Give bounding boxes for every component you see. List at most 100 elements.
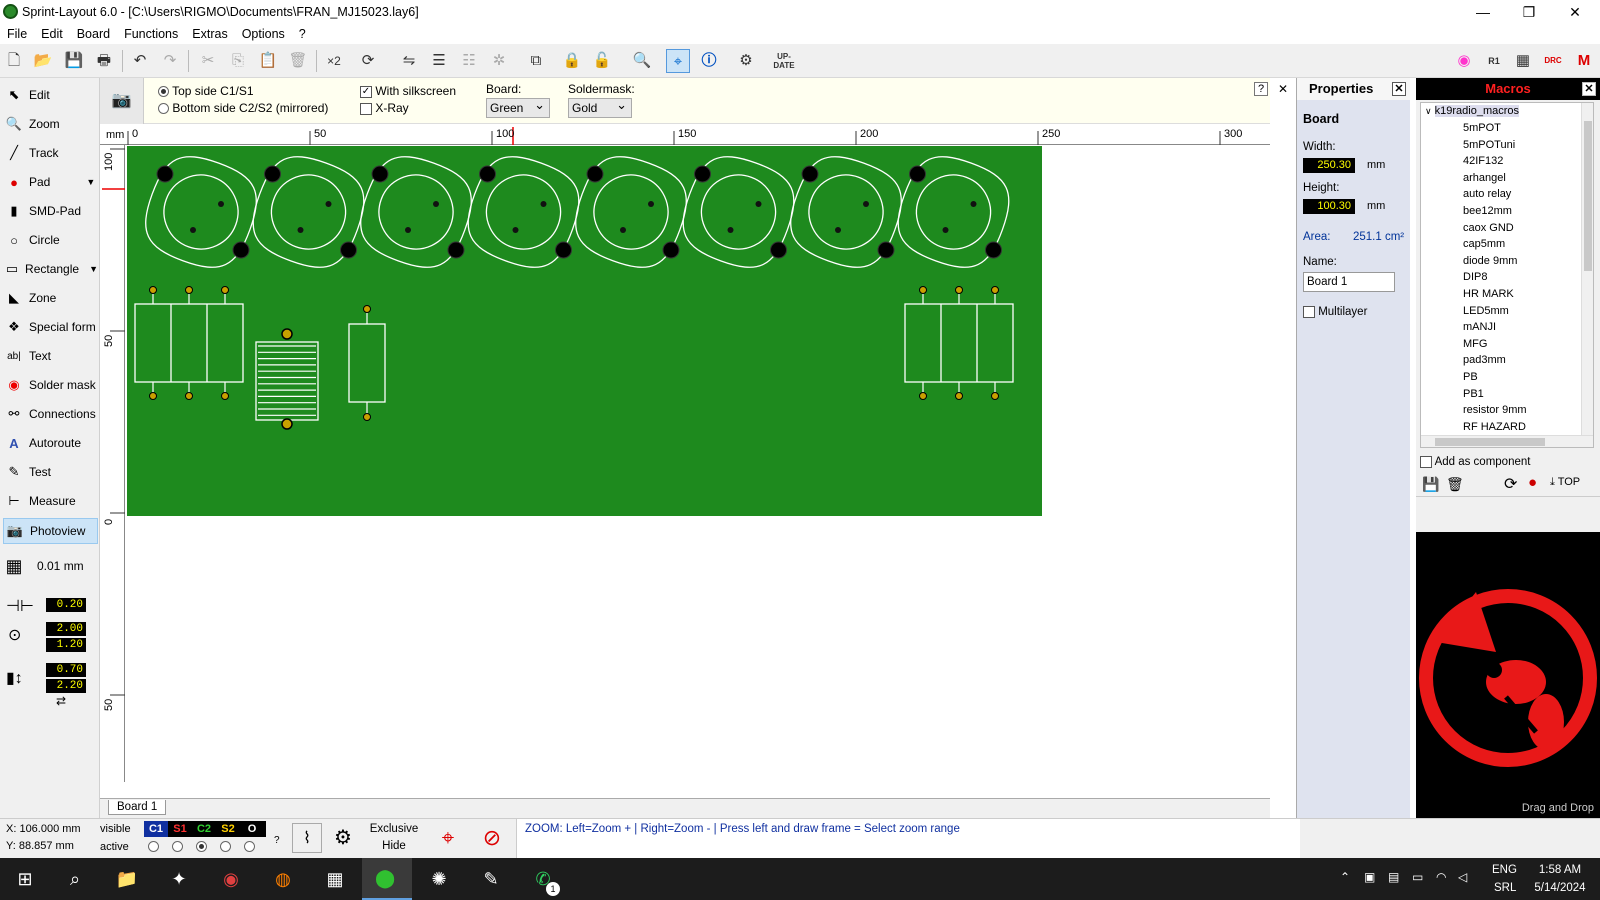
macro-item[interactable]: MFG bbox=[1421, 336, 1593, 353]
mounting-hole[interactable] bbox=[371, 165, 389, 183]
tray-icon-2[interactable]: ▤ bbox=[1388, 870, 1399, 884]
volume-icon[interactable]: ◁ bbox=[1458, 870, 1467, 884]
pin-hole[interactable] bbox=[218, 201, 224, 207]
menu-board[interactable]: Board bbox=[70, 27, 117, 41]
group-icon[interactable]: ☷ bbox=[457, 49, 481, 73]
copy-icon[interactable]: ⎘ bbox=[226, 49, 250, 73]
tool-solder-mask[interactable]: ◉ Solder mask bbox=[3, 372, 98, 398]
pad[interactable] bbox=[185, 286, 193, 294]
mounting-hole[interactable] bbox=[264, 165, 281, 183]
smd-size-icon[interactable]: ▮↕ bbox=[6, 668, 23, 688]
tool-smd-pad[interactable]: ▮ SMD-Pad bbox=[3, 198, 98, 224]
duplicate-icon[interactable]: ×2 bbox=[322, 49, 346, 73]
macro-item[interactable]: HR MARK bbox=[1421, 286, 1593, 303]
language-primary[interactable]: ENG bbox=[1492, 864, 1517, 876]
tool-zone[interactable]: ◣ Zone bbox=[3, 285, 98, 311]
record-icon[interactable]: ● bbox=[1528, 474, 1537, 491]
menu-extras[interactable]: Extras bbox=[185, 27, 234, 41]
snap-icon[interactable]: ⌖ bbox=[666, 49, 690, 73]
search-icon[interactable]: 🔍 bbox=[630, 49, 654, 73]
transistor-footprint[interactable] bbox=[672, 146, 805, 279]
tool-measure[interactable]: ⊢ Measure bbox=[3, 488, 98, 514]
delete-macro-icon[interactable]: 🗑 bbox=[1446, 476, 1464, 493]
properties-close-button[interactable]: ✕ bbox=[1392, 82, 1406, 96]
file-explorer-icon[interactable]: 📁 bbox=[114, 866, 140, 892]
board-color-select[interactable]: Green bbox=[486, 96, 550, 118]
wifi-icon[interactable]: ◠ bbox=[1436, 870, 1446, 884]
sprint-layout-taskbar-button[interactable]: ⬤ bbox=[362, 858, 412, 900]
app-icon[interactable]: ✦ bbox=[166, 866, 192, 892]
battery-icon[interactable]: ▭ bbox=[1412, 870, 1423, 884]
chrome-icon[interactable]: ◉ bbox=[218, 866, 244, 892]
xray-checkbox[interactable]: X-Ray bbox=[360, 101, 409, 115]
macros-close-button[interactable]: ✕ bbox=[1582, 82, 1596, 96]
transistor-footprint[interactable] bbox=[242, 146, 375, 279]
macro-vscrollbar[interactable] bbox=[1581, 103, 1593, 435]
clock-time[interactable]: 1:58 AM bbox=[1530, 864, 1590, 876]
align-icon[interactable]: ☰ bbox=[427, 49, 451, 73]
macro-item[interactable]: auto relay bbox=[1421, 186, 1593, 203]
transistor-footprint[interactable] bbox=[457, 146, 590, 279]
board-name-field[interactable]: Board 1 bbox=[1303, 272, 1395, 292]
tool-pad[interactable]: ● Pad ▼ bbox=[3, 169, 98, 195]
layer-s1[interactable]: S1 bbox=[168, 821, 192, 837]
layer-icon[interactable]: ⧉ bbox=[524, 49, 548, 73]
add-as-component-checkbox[interactable]: Add as component bbox=[1420, 456, 1530, 468]
top-side-option[interactable]: Top side C1/S1 bbox=[158, 84, 254, 98]
search-icon[interactable]: ⌕ bbox=[62, 866, 88, 892]
macro-tree[interactable]: ∨ k19radio_macros 5mPOT 5mPOTuni 42IF132 ar… bbox=[1420, 102, 1594, 448]
pcb-board[interactable] bbox=[127, 146, 1042, 516]
pad[interactable] bbox=[919, 392, 927, 400]
pad-dropdown-icon[interactable]: ▼ bbox=[86, 177, 95, 187]
coil-outline[interactable] bbox=[255, 341, 319, 421]
close-button[interactable]: ✕ bbox=[1552, 0, 1598, 24]
macro-item[interactable]: arhangel bbox=[1421, 170, 1593, 187]
macro-item[interactable]: caox GND bbox=[1421, 220, 1593, 237]
rotate-icon[interactable]: ⟳ bbox=[356, 49, 380, 73]
mounting-hole[interactable] bbox=[770, 241, 787, 259]
silkscreen-checkbox[interactable]: ✓ With silkscreen bbox=[360, 84, 456, 98]
tool-zoom[interactable]: 🔍 Zoom bbox=[3, 111, 98, 137]
photoview-help-button[interactable]: ? bbox=[1254, 82, 1268, 96]
mounting-hole[interactable] bbox=[694, 165, 711, 183]
track-width-field[interactable]: 0.20 bbox=[46, 598, 86, 612]
pin-hole[interactable] bbox=[405, 227, 411, 233]
macro-item[interactable]: 42IF132 bbox=[1421, 153, 1593, 170]
redo-icon[interactable]: ↷ bbox=[158, 49, 182, 73]
grid-setting[interactable]: ▦ 0.01 mm bbox=[3, 553, 98, 579]
pin-hole[interactable] bbox=[755, 201, 762, 207]
pad-size-icon[interactable]: ⊙ bbox=[8, 625, 21, 645]
tool-edit[interactable]: ⬉ Edit bbox=[3, 82, 98, 108]
active-c2-radio[interactable] bbox=[196, 841, 207, 852]
pin-hole[interactable] bbox=[512, 227, 519, 233]
tray-icon-1[interactable]: ▣ bbox=[1364, 870, 1375, 884]
tool-rectangle[interactable]: ▭ Rectangle ▼ bbox=[3, 256, 98, 282]
mounting-hole[interactable] bbox=[156, 165, 174, 183]
mounting-hole[interactable] bbox=[555, 241, 572, 259]
layer-o[interactable]: O bbox=[240, 821, 264, 837]
layer-c1[interactable]: C1 bbox=[144, 821, 168, 837]
macro-item[interactable]: DIP8 bbox=[1421, 269, 1593, 286]
macro-item[interactable]: pad3mm bbox=[1421, 352, 1593, 369]
info-icon[interactable]: ⓘ bbox=[697, 49, 721, 73]
ungroup-icon[interactable]: ✲ bbox=[487, 49, 511, 73]
board-width-field[interactable]: 250.30 bbox=[1303, 158, 1355, 173]
pad[interactable] bbox=[185, 392, 193, 400]
bottom-side-option[interactable]: Bottom side C2/S2 (mirrored) bbox=[158, 101, 328, 115]
mirror-icon[interactable]: ⇋ bbox=[397, 49, 421, 73]
record-icon[interactable]: ◉ bbox=[1452, 49, 1476, 73]
mounting-hole[interactable] bbox=[479, 165, 496, 183]
active-c1-radio[interactable] bbox=[148, 841, 159, 852]
tool-track[interactable]: ╱ Track bbox=[3, 140, 98, 166]
macro-root[interactable]: ∨ k19radio_macros bbox=[1421, 103, 1593, 120]
pad[interactable] bbox=[363, 305, 371, 313]
tool-photoview[interactable]: 📷 Photoview bbox=[3, 518, 98, 544]
pin-hole[interactable] bbox=[727, 227, 734, 233]
chip-icon[interactable]: ▦ bbox=[1511, 49, 1535, 73]
macro-item[interactable]: 5mPOTuni bbox=[1421, 137, 1593, 154]
tool-autoroute[interactable]: A Autoroute bbox=[3, 430, 98, 456]
windows-start-icon[interactable]: ⊞ bbox=[12, 866, 38, 892]
macro-item[interactable]: diode 9mm bbox=[1421, 253, 1593, 270]
macro-item[interactable]: RF HAZARD bbox=[1421, 419, 1593, 436]
tab-board-1[interactable]: Board 1 bbox=[108, 800, 167, 815]
